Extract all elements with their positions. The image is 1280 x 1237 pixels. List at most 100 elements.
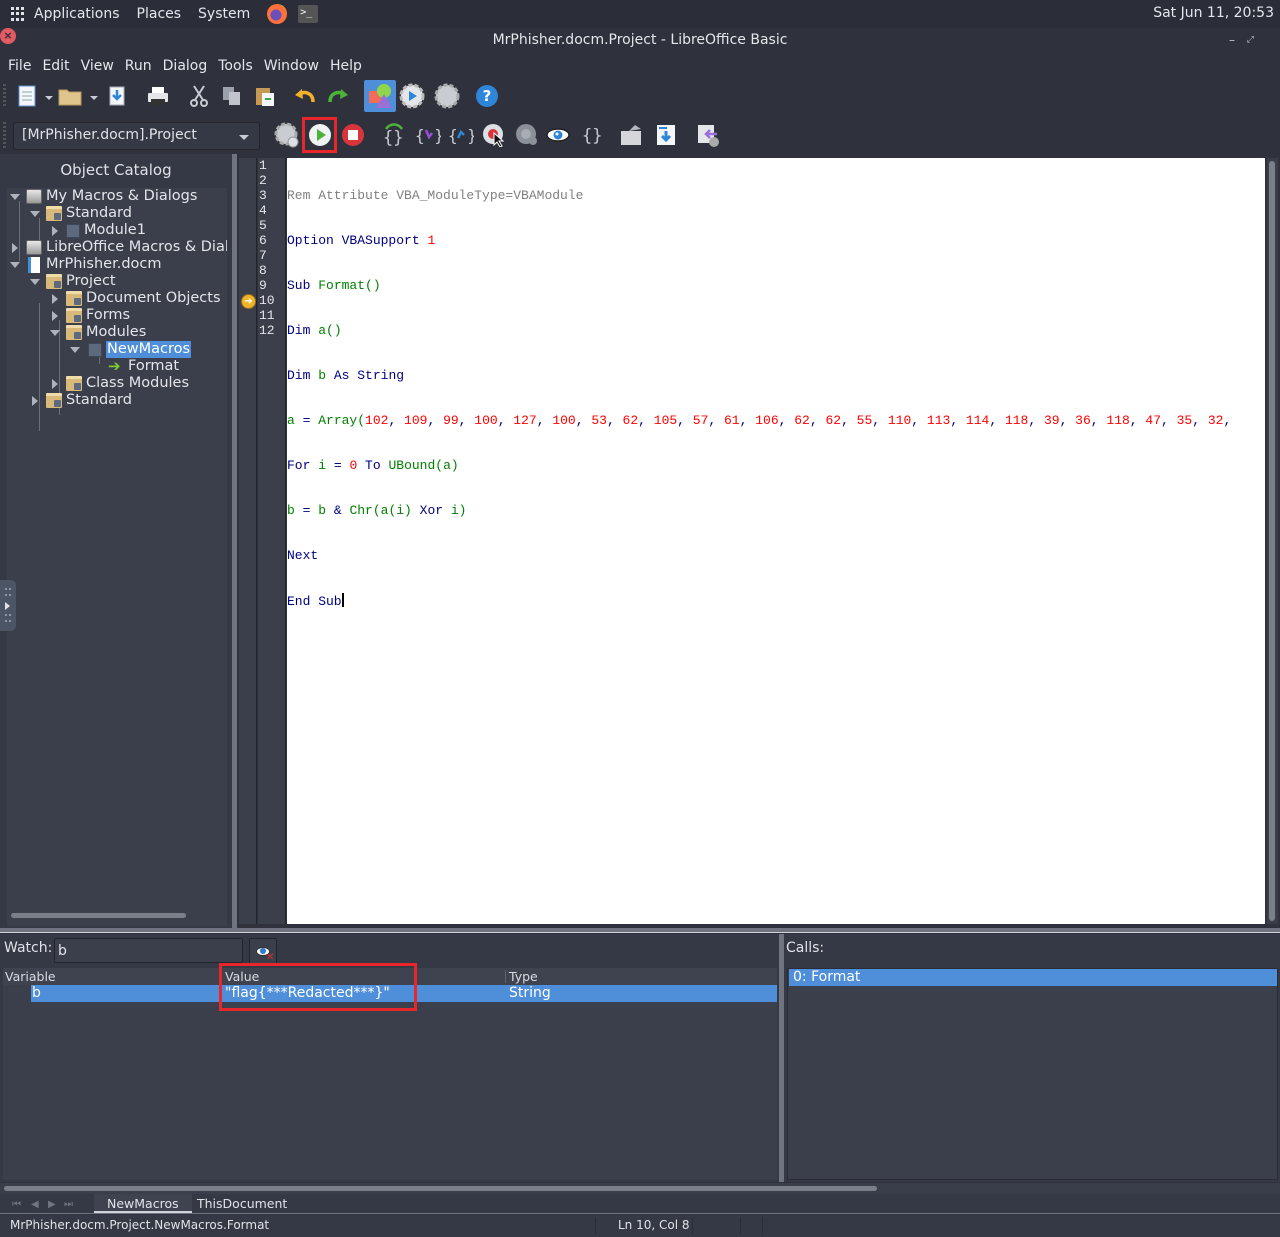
- menu-window[interactable]: Window: [264, 58, 319, 74]
- expander-closed-icon[interactable]: [32, 396, 38, 406]
- menu-edit[interactable]: Edit: [42, 58, 69, 74]
- previous-tab-icon[interactable]: ◀: [31, 1199, 39, 1210]
- module-manager-button[interactable]: [695, 122, 721, 148]
- expander-open-icon[interactable]: [50, 330, 60, 336]
- call-stack-item[interactable]: 0: Format: [789, 969, 1277, 986]
- save-button[interactable]: [104, 83, 130, 109]
- next-tab-icon[interactable]: ▶: [48, 1199, 56, 1210]
- editor-horizontal-scrollbar[interactable]: [0, 1183, 1280, 1194]
- manage-breakpoints-button[interactable]: [514, 122, 540, 148]
- find-parentheses-button[interactable]: {}: [579, 122, 605, 148]
- tree-item-libreoffice-macros[interactable]: LibreOffice Macros & Dialo: [12, 239, 227, 256]
- menu-run[interactable]: Run: [125, 58, 152, 74]
- toolbar-grip[interactable]: [3, 84, 6, 108]
- new-document-button[interactable]: [14, 83, 40, 109]
- open-dropdown-arrow[interactable]: [90, 96, 98, 100]
- scrollbar-thumb[interactable]: [4, 1186, 877, 1191]
- comma-token: ,: [536, 413, 553, 428]
- keyword-token: To: [357, 458, 389, 473]
- step-over-button[interactable]: {}: [380, 122, 406, 148]
- paste-button[interactable]: [252, 83, 278, 109]
- firefox-icon[interactable]: [267, 4, 288, 24]
- editor-watch-splitter[interactable]: [0, 928, 1280, 933]
- expander-open-icon[interactable]: [10, 194, 20, 200]
- tree-item-format-macro[interactable]: ➔ Format: [108, 358, 179, 375]
- cut-button[interactable]: [186, 83, 212, 109]
- import-basic-button[interactable]: [653, 122, 679, 148]
- expander-closed-icon[interactable]: [12, 243, 18, 253]
- menu-help[interactable]: Help: [330, 58, 362, 74]
- editor-vertical-scrollbar[interactable]: [1267, 158, 1278, 924]
- operator-token: =: [326, 458, 350, 473]
- copy-button[interactable]: [219, 83, 245, 109]
- dock-toggle-handle[interactable]: [0, 580, 16, 631]
- export-basic-button[interactable]: [619, 122, 645, 148]
- expander-closed-icon[interactable]: [52, 311, 58, 321]
- enable-watch-button[interactable]: [545, 122, 571, 148]
- watch-input[interactable]: [54, 938, 243, 963]
- open-button[interactable]: [57, 83, 83, 109]
- compile-button[interactable]: [274, 122, 300, 148]
- menu-tools[interactable]: Tools: [218, 58, 253, 74]
- menu-dialog[interactable]: Dialog: [163, 58, 208, 74]
- svg-text:{}: {}: [582, 126, 602, 146]
- catalog-horizontal-scrollbar[interactable]: [11, 913, 186, 918]
- breakpoint-button[interactable]: [481, 122, 507, 148]
- terminal-icon[interactable]: >_: [298, 5, 319, 23]
- first-tab-icon[interactable]: ⏮: [12, 1199, 21, 1210]
- column-header-variable[interactable]: Variable: [5, 969, 56, 984]
- library-folder-icon: [46, 274, 62, 289]
- expander-open-icon[interactable]: [30, 279, 40, 285]
- column-header-type[interactable]: Type: [509, 969, 538, 984]
- tree-item-document-objects[interactable]: Document Objects: [52, 290, 221, 307]
- expander-closed-icon[interactable]: [52, 379, 58, 389]
- scrollbar-thumb[interactable]: [1269, 161, 1275, 921]
- expander-open-icon[interactable]: [10, 262, 20, 268]
- object-catalog-button[interactable]: [364, 80, 396, 112]
- select-macro-button[interactable]: [434, 83, 460, 109]
- expander-closed-icon[interactable]: [52, 226, 58, 236]
- tree-item-mrphisher-docm[interactable]: MrPhisher.docm: [10, 256, 162, 273]
- expander-open-icon[interactable]: [30, 211, 40, 217]
- tree-item-modules[interactable]: Modules: [50, 324, 146, 341]
- last-tab-icon[interactable]: ⏭: [64, 1199, 73, 1210]
- module-icon: [66, 223, 80, 238]
- maximize-button[interactable]: ⤢: [1247, 35, 1254, 45]
- help-button[interactable]: ?: [474, 83, 500, 109]
- apps-grid-icon[interactable]: [11, 7, 25, 21]
- menu-file[interactable]: File: [8, 58, 31, 74]
- minimize-button[interactable]: –: [1229, 33, 1235, 47]
- tree-item-standard-doc[interactable]: Standard: [32, 392, 132, 409]
- tree-item-my-macros[interactable]: My Macros & Dialogs: [10, 188, 197, 205]
- remove-watch-button[interactable]: ✕: [249, 938, 277, 965]
- tree-item-standard[interactable]: Standard: [30, 205, 132, 222]
- breakpoint-column[interactable]: [239, 158, 257, 924]
- new-dropdown-arrow[interactable]: [45, 96, 53, 100]
- toolbar-grip[interactable]: [3, 122, 6, 148]
- undo-button[interactable]: [292, 83, 318, 109]
- tab-newmacros[interactable]: NewMacros: [94, 1194, 192, 1213]
- panel-menu-places[interactable]: Places: [137, 6, 182, 22]
- menu-view[interactable]: View: [81, 58, 114, 74]
- panel-menu-system[interactable]: System: [198, 6, 250, 22]
- panel-menu-applications[interactable]: Applications: [34, 6, 120, 22]
- library-dropdown[interactable]: [MrPhisher.docm].Project: [13, 122, 260, 150]
- tab-thisdocument[interactable]: ThisDocument: [184, 1194, 300, 1213]
- array-number-token: 106: [755, 413, 779, 428]
- expander-closed-icon[interactable]: [52, 294, 58, 304]
- tree-item-newmacros[interactable]: NewMacros: [70, 341, 192, 358]
- run-macro-gear-button[interactable]: [399, 83, 425, 109]
- step-out-button[interactable]: { }: [448, 122, 474, 148]
- text-cursor: [341, 593, 344, 607]
- code-editor[interactable]: Rem Attribute VBA_ModuleType=VBAModule O…: [287, 158, 1265, 924]
- stop-button[interactable]: [340, 122, 366, 148]
- print-button[interactable]: [145, 83, 171, 109]
- clock[interactable]: Sat Jun 11, 20:53: [1153, 5, 1274, 21]
- tree-item-forms[interactable]: Forms: [52, 307, 130, 324]
- step-into-button[interactable]: { }: [415, 122, 441, 148]
- expander-open-icon[interactable]: [70, 347, 80, 353]
- tree-item-project[interactable]: Project: [30, 273, 116, 290]
- tree-item-module1[interactable]: Module1: [52, 222, 146, 239]
- redo-button[interactable]: [325, 83, 351, 109]
- tree-item-class-modules[interactable]: Class Modules: [52, 375, 189, 392]
